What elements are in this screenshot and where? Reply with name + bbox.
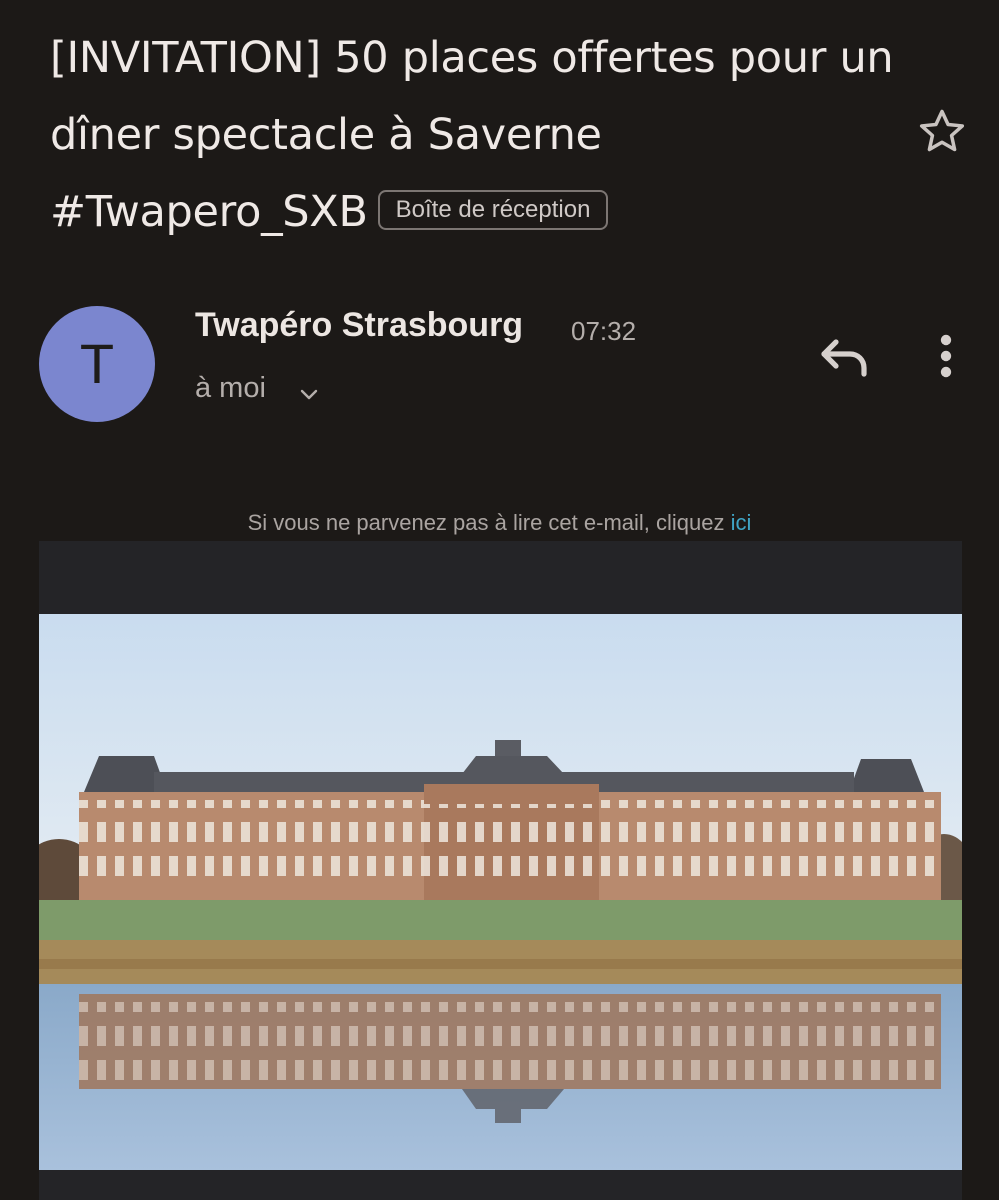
label-chip-inbox[interactable]: Boîte de réception (377, 189, 609, 230)
view-online-link[interactable]: ici (731, 510, 752, 535)
sender-avatar[interactable]: T (39, 306, 155, 422)
star-icon[interactable] (914, 104, 970, 160)
chateau-photo (39, 614, 962, 1170)
chevron-down-icon[interactable] (297, 382, 321, 406)
view-online-notice: Si vous ne parvenez pas à lire cet e-mai… (0, 510, 999, 536)
view-online-text: Si vous ne parvenez pas à lire cet e-mai… (247, 510, 725, 535)
more-vert-icon[interactable] (928, 332, 964, 380)
email-subject: [INVITATION] 50 places offertes pour un … (50, 20, 910, 251)
reply-icon[interactable] (818, 332, 870, 380)
email-time: 07:32 (571, 316, 637, 346)
sender-name[interactable]: Twapéro Strasbourg (195, 306, 523, 345)
recipient-label[interactable]: à moi (195, 372, 266, 405)
